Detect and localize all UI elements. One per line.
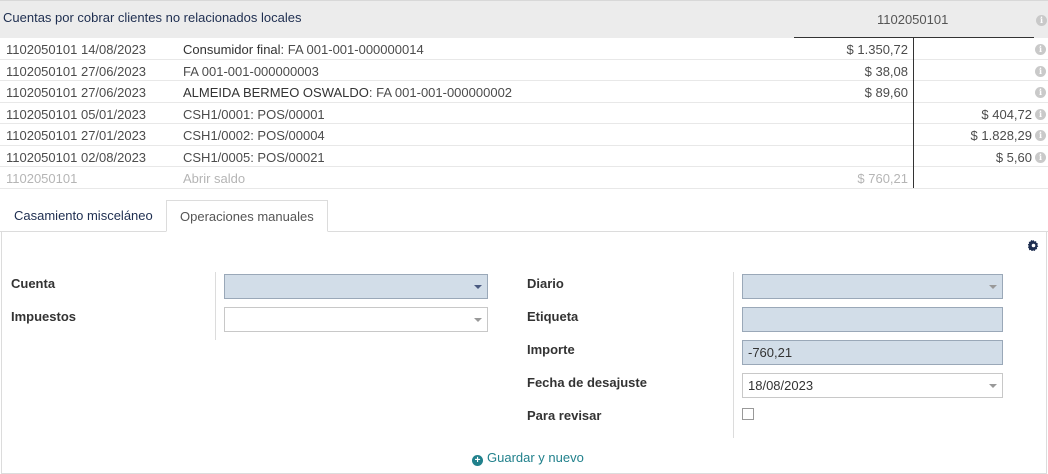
row-ref: CSH1/0002: POS/00004 [183,128,325,143]
gear-icon[interactable] [1028,240,1039,251]
info-icon[interactable]: i [1035,108,1046,120]
diario-select[interactable] [742,274,1003,299]
account-code: 1102050101 [877,12,949,27]
row-ref: CSH1/0001: POS/00001 [183,106,325,122]
save-and-new-label: Guardar y nuevo [487,450,584,465]
row-date: 05/01/2023 [80,106,147,122]
open-balance-account: 1102050101 [6,171,78,186]
reconciliation-header: Cuentas por cobrar clientes no relaciona… [0,0,1048,38]
field-separator [215,272,216,340]
chevron-down-icon [474,285,482,289]
table-row[interactable]: 1102050101 27/01/2023 CSH1/0002: POS/000… [0,124,1048,146]
info-icon[interactable]: i [1035,44,1046,55]
row-partner: ALMEIDA BERMEO OSWALDO [183,85,369,100]
fecha-value: 18/08/2023 [748,378,814,393]
row-date: 02/08/2023 [80,149,147,165]
row-date: 14/08/2023 [80,42,147,57]
row-debit: $ 1.350,72 [846,42,908,57]
row-account: 1102050101 [6,106,78,122]
row-account: 1102050101 [6,85,78,100]
move-lines-table: 1102050101 14/08/2023 Consumidor final: … [0,38,1048,189]
cuenta-label: Cuenta [11,276,56,291]
row-date: 27/06/2023 [80,85,147,100]
importe-label: Importe [527,342,575,357]
table-row[interactable]: 1102050101 27/06/2023 ALMEIDA BERMEO OSW… [0,81,1048,103]
cuenta-select[interactable] [224,274,488,299]
row-ref: : FA 001-001-000000002 [368,85,513,100]
tab-operaciones-manuales[interactable]: Operaciones manuales [166,200,328,232]
etiqueta-input[interactable] [742,307,1003,332]
info-icon[interactable]: i [1035,151,1046,163]
row-account: 1102050101 [6,42,78,57]
row-date: 27/01/2023 [80,128,147,143]
table-row[interactable]: 1102050101 14/08/2023 Consumidor final: … [0,38,1048,60]
fecha-input[interactable]: 18/08/2023 [742,373,1003,398]
row-credit: $ 5,60 [995,149,1032,165]
info-icon[interactable]: i [1036,15,1047,26]
open-balance-row: 1102050101 Abrir saldo $ 760,21 [0,167,1048,189]
open-balance-amount: $ 760,21 [857,171,908,186]
row-date: 27/06/2023 [80,63,147,79]
account-title: Cuentas por cobrar clientes no relaciona… [3,10,302,25]
info-icon[interactable]: i [1035,87,1046,98]
info-icon[interactable]: i [1035,130,1046,141]
row-credit: $ 404,72 [981,106,1032,122]
revisar-checkbox[interactable] [742,408,754,420]
table-row[interactable]: 1102050101 05/01/2023 CSH1/0001: POS/000… [0,103,1048,124]
importe-input[interactable]: -760,21 [742,340,1003,365]
diario-label: Diario [527,276,564,291]
open-balance-label: Abrir saldo [183,171,246,186]
row-ref: : FA 001-001-000000014 [280,42,424,57]
etiqueta-label: Etiqueta [527,309,579,324]
impuestos-select[interactable] [224,307,488,332]
column-divider-vertical [913,38,914,188]
tab-casamiento-miscelaneo[interactable]: Casamiento misceláneo [1,200,166,232]
row-credit: $ 1.828,29 [970,128,1032,143]
row-account: 1102050101 [6,128,78,143]
manual-operations-panel: Cuenta Impuestos Diario Etiqueta Importe… [1,232,1047,474]
field-separator [733,272,734,438]
row-debit: $ 89,60 [864,85,908,100]
chevron-down-icon [989,384,997,388]
plus-circle-icon: + [472,455,483,466]
row-account: 1102050101 [6,63,78,79]
fecha-label: Fecha de desajuste [527,375,647,390]
row-ref: CSH1/0005: POS/00021 [183,149,325,165]
row-debit: $ 38,08 [864,63,908,79]
chevron-down-icon [474,318,482,322]
chevron-down-icon [989,285,997,289]
save-and-new-button[interactable]: + Guardar y nuevo [472,450,584,466]
info-icon[interactable]: i [1035,65,1046,77]
table-row[interactable]: 1102050101 02/08/2023 CSH1/0005: POS/000… [0,146,1048,167]
row-ref: FA 001-001-000000003 [183,63,319,79]
table-row[interactable]: 1102050101 27/06/2023 FA 001-001-0000000… [0,60,1048,81]
revisar-label: Para revisar [527,408,602,423]
row-partner: Consumidor final [183,42,281,57]
impuestos-label: Impuestos [11,309,77,324]
tab-bar: Casamiento misceláneo Operaciones manual… [0,200,1048,232]
row-account: 1102050101 [6,149,78,165]
